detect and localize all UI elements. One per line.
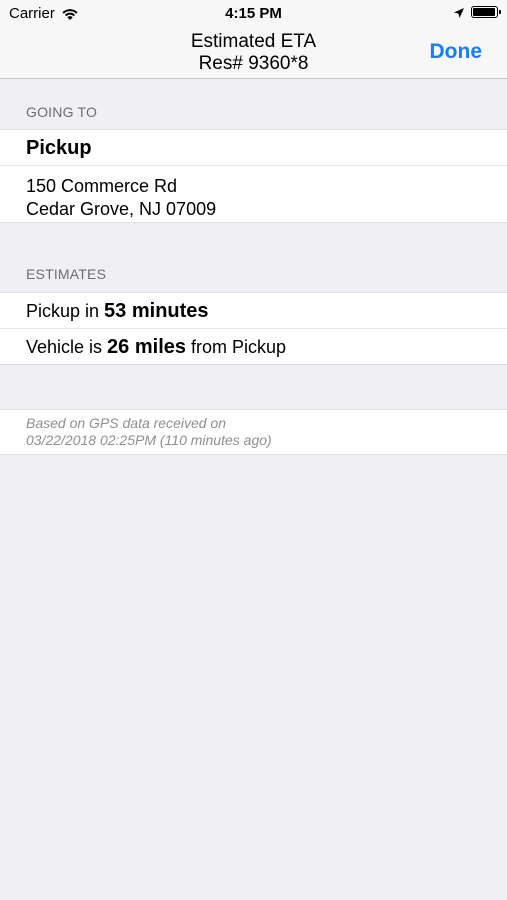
vehicle-distance-value: 26 miles [107, 336, 186, 358]
gps-note: Based on GPS data received on 03/22/2018… [26, 415, 272, 449]
battery-tip [499, 10, 501, 14]
pickup-eta-prefix: Pickup in [26, 301, 105, 321]
status-right [453, 6, 501, 18]
gps-note-line1: Based on GPS data received on [26, 415, 227, 431]
pickup-eta-value: 53 minutes [104, 300, 209, 322]
vehicle-distance-suffix: from Pickup [186, 337, 287, 357]
address-cell: 150 Commerce Rd Cedar Grove, NJ 07009 [26, 175, 507, 221]
going-to-group: Pickup 150 Commerce Rd Cedar Grove, NJ 0… [0, 129, 507, 223]
battery-level-fill [473, 8, 495, 16]
navigation-bar: Estimated ETA Res# 9360*8 Done [0, 28, 507, 79]
going-to-header: GOING TO [26, 104, 98, 120]
vehicle-distance-row: Vehicle is 26 miles from Pickup [26, 336, 507, 359]
battery-icon [471, 6, 501, 18]
cell-separator [0, 328, 507, 329]
gps-note-group: Based on GPS data received on 03/22/2018… [0, 409, 507, 455]
gps-note-line2: 03/22/2018 02:25PM (110 minutes ago) [26, 432, 272, 448]
status-time: 4:15 PM [225, 5, 282, 22]
address-line1: 150 Commerce Rd [26, 176, 178, 196]
done-button[interactable]: Done [430, 40, 483, 64]
screen: Carrier 4:15 PM Estimated ETA Res# 9360*… [0, 0, 507, 900]
status-bar: Carrier 4:15 PM [0, 0, 507, 28]
cell-separator [0, 165, 507, 166]
estimates-header: ESTIMATES [26, 266, 107, 282]
vehicle-distance-prefix: Vehicle is [26, 337, 108, 357]
pickup-eta-row: Pickup in 53 minutes [26, 300, 507, 323]
address-line2: Cedar Grove, NJ 07009 [26, 199, 217, 219]
location-arrow-icon [453, 6, 465, 18]
location-name: Pickup [26, 137, 92, 159]
estimates-group: Pickup in 53 minutes Vehicle is 26 miles… [0, 292, 507, 365]
